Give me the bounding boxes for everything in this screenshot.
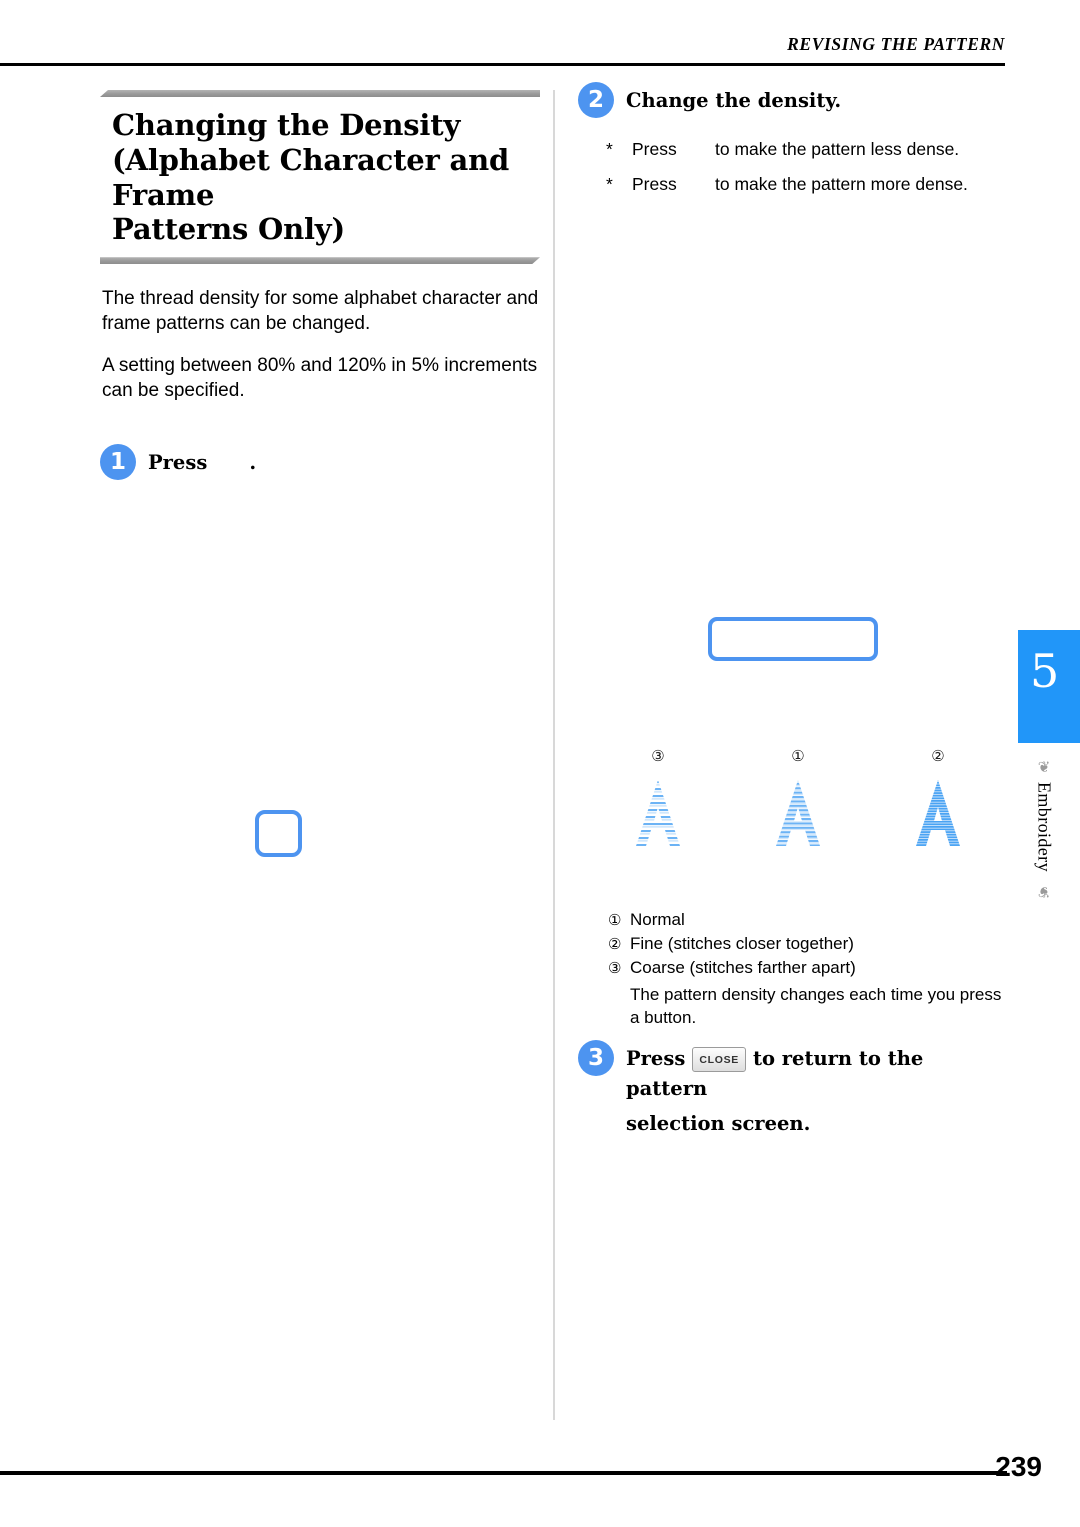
section-title-block: Changing the Density (Alphabet Character… (100, 90, 540, 264)
legend-label: Coarse (stitches farther apart) (630, 958, 856, 978)
step-2: 2 Change the density. (578, 82, 1003, 118)
density-value-highlight-box[interactable] (708, 617, 878, 661)
step-1: 1 Press. (100, 443, 540, 480)
legend-item-fine: ② Fine (stitches closer together) (608, 932, 1008, 956)
step-3-line-2: selection screen. (626, 1112, 811, 1136)
close-button[interactable]: CLOSE (692, 1047, 746, 1072)
step-1-badge: 1 (100, 443, 136, 480)
figure-legend: ① Normal ② Fine (stitches closer togethe… (608, 908, 1008, 1030)
legend-item-coarse: ③ Coarse (stitches farther apart) (608, 956, 1008, 980)
sample-normal: ① (740, 748, 856, 854)
legend-note: The pattern density changes each time yo… (630, 985, 1002, 1027)
sample-marker: ① (791, 748, 805, 765)
page-title-line-1: Changing the Density (112, 108, 461, 142)
page-number: 239 (995, 1451, 1042, 1482)
letter-a-coarse-icon (636, 780, 680, 846)
sample-coarse: ③ (600, 748, 716, 854)
column-divider (553, 90, 555, 1420)
bullet-press-label: Press (632, 174, 677, 194)
step-2-label: Change the density. (626, 89, 842, 112)
bullet-text: to make the pattern more dense. (715, 174, 968, 194)
chapter-side-label: ❦ Embroidery ❦ (1022, 760, 1066, 940)
sample-marker: ③ (651, 748, 665, 765)
step-3-text: Press CLOSE to return to the pattern (626, 1040, 1003, 1104)
legend-item-normal: ① Normal (608, 908, 1008, 932)
header-rule (0, 63, 1005, 66)
title-rule-top (100, 90, 540, 97)
legend-marker: ② (608, 936, 622, 954)
chapter-number: 5 (1030, 644, 1060, 698)
bullet-star: * (606, 139, 613, 159)
legend-marker: ③ (608, 960, 622, 978)
step-3-badge: 3 (578, 1040, 614, 1076)
density-sample-figure: ③ ① ② (600, 748, 1000, 873)
running-head: REVISING THE PATTERN (787, 34, 1005, 54)
left-column: Changing the Density (Alphabet Character… (100, 90, 540, 480)
page-title-line-2: (Alphabet Character and Frame (112, 142, 510, 212)
step-1-text: Press. (148, 444, 256, 478)
right-column: 2 Change the density. * Press to make th… (578, 82, 1003, 209)
step-2-bullets: * Press to make the pattern less dense. … (578, 139, 1003, 195)
legend-marker: ① (608, 912, 622, 929)
bullet-press-label: Press (632, 139, 677, 159)
step-2-badge: 2 (578, 82, 614, 118)
step-1-label: Press (148, 450, 208, 474)
intro-paragraph-2: A setting between 80% and 120% in 5% inc… (102, 355, 538, 402)
sample-marker: ② (931, 748, 945, 765)
step-1-period: . (249, 450, 257, 474)
letter-a-normal-icon (776, 780, 820, 846)
bullet-less-dense: * Press to make the pattern less dense. (606, 139, 1003, 160)
ornament-bottom-icon: ❦ (1037, 882, 1051, 900)
intro-paragraph-1: The thread density for some alphabet cha… (102, 288, 539, 335)
page-title-line-3: Patterns Only) (112, 212, 345, 247)
bullet-text: to make the pattern less dense. (715, 139, 960, 159)
bullet-more-dense: * Press to make the pattern more dense. (606, 174, 1003, 195)
legend-label: Fine (stitches closer together) (630, 934, 854, 954)
step-3: 3 Press CLOSE to return to the pattern sel… (578, 1040, 1003, 1135)
step-3-press-label: Press (626, 1047, 686, 1070)
chapter-label: Embroidery (1034, 782, 1055, 872)
ornament-top-icon: ❦ (1037, 759, 1051, 776)
chapter-thumb-tab: 5 (1018, 630, 1080, 743)
sample-fine: ② (880, 748, 996, 854)
letter-a-fine-icon (916, 780, 960, 846)
page-title: Changing the Density (Alphabet Character… (100, 108, 540, 247)
screen-key-highlight-square[interactable] (255, 810, 302, 857)
step-3-line-1: 3 Press CLOSE to return to the pattern (578, 1040, 1003, 1104)
legend-label: Normal (630, 910, 685, 929)
bullet-star: * (606, 174, 613, 194)
title-rule-bottom (100, 257, 540, 264)
page-header: REVISING THE PATTERN (0, 34, 1005, 66)
footer-rule (0, 1471, 1007, 1475)
